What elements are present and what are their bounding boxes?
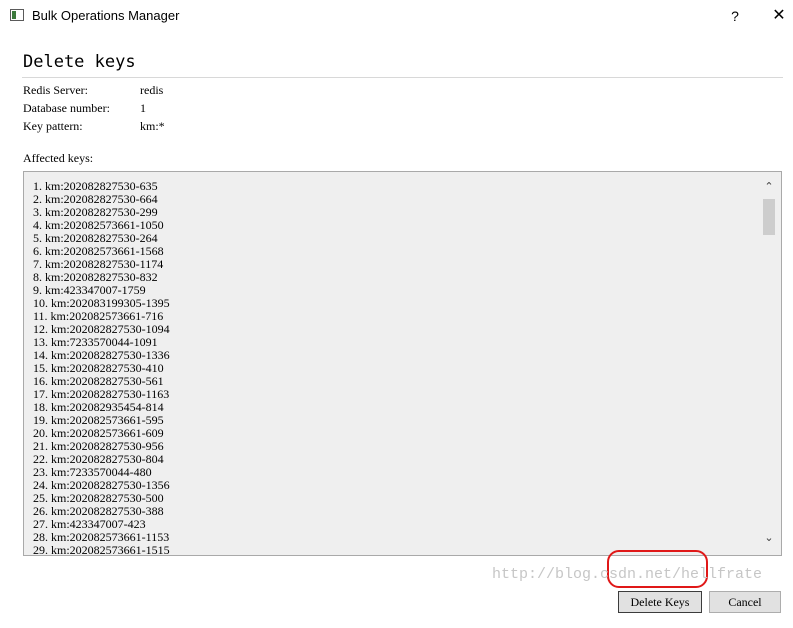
chevron-down-icon: ⌄ — [764, 531, 774, 544]
info-label: Redis Server: — [23, 83, 88, 97]
info-value: redis — [140, 83, 164, 97]
info-value: km:* — [140, 119, 165, 133]
heading-divider — [22, 77, 783, 78]
info-key-pattern: Key pattern: km:* — [23, 119, 165, 134]
info-label: Database number: — [23, 101, 110, 115]
info-database-number: Database number: 1 — [23, 101, 146, 116]
info-redis-server: Redis Server: redis — [23, 83, 163, 98]
title-bar: Bulk Operations Manager ? ✕ — [0, 0, 793, 32]
window-app-icon — [10, 9, 24, 21]
watermark-text: http://blog.csdn.net/hellfrate — [492, 566, 763, 583]
close-button[interactable]: ✕ — [768, 6, 790, 26]
help-button[interactable]: ? — [726, 6, 744, 26]
key-list-items: 1. km:202082827530-635 2. km:202082827530… — [33, 180, 170, 556]
dialog-heading: Delete keys — [23, 52, 136, 72]
scroll-up-button[interactable]: ⌃ — [757, 180, 781, 194]
affected-keys-label: Affected keys: — [23, 151, 94, 165]
info-value: 1 — [140, 101, 146, 115]
cancel-button[interactable]: Cancel — [709, 591, 781, 613]
scroll-down-button[interactable]: ⌄ — [757, 531, 781, 545]
chevron-up-icon: ⌃ — [764, 180, 774, 193]
vertical-scrollbar[interactable]: ⌃ ⌄ — [757, 172, 781, 555]
affected-keys-list[interactable]: 1. km:202082827530-635 2. km:202082827530… — [23, 171, 782, 556]
dialog-body: Delete keys Redis Server: redis Database… — [0, 32, 793, 628]
info-label: Key pattern: — [23, 119, 83, 133]
window-title: Bulk Operations Manager — [32, 8, 180, 23]
delete-keys-button[interactable]: Delete Keys — [618, 591, 702, 613]
key-list-item: 29. km:202082573661-1515 — [33, 543, 170, 556]
scroll-thumb[interactable] — [763, 199, 775, 235]
